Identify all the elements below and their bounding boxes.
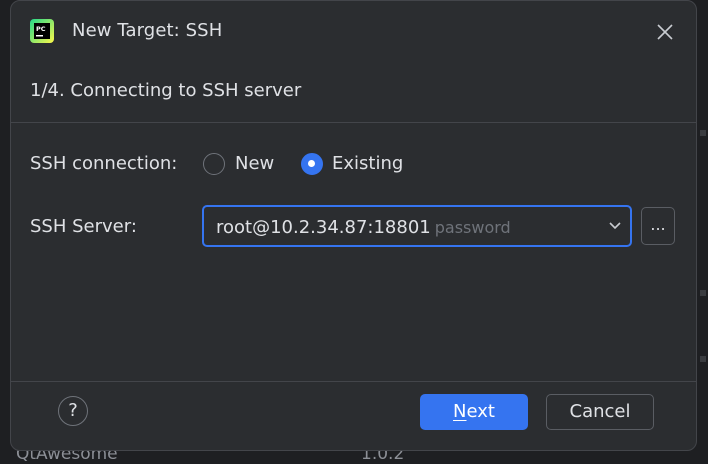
radio-existing[interactable] (301, 153, 323, 175)
pycharm-logo-icon: PC (30, 19, 54, 43)
radio-selected-dot (308, 160, 315, 167)
background-edge-mark (700, 356, 706, 362)
header-divider (11, 122, 696, 123)
dialog-title-bar: PC New Target: SSH (11, 1, 696, 63)
chevron-down-icon (609, 222, 621, 230)
ssh-server-value: root@10.2.34.87:18801 (216, 217, 431, 238)
footer-divider (11, 381, 696, 382)
next-label-rest: ext (466, 401, 495, 422)
ssh-server-value-wrap: root@10.2.34.87:18801 password (216, 217, 511, 238)
cancel-button[interactable]: Cancel (546, 394, 654, 430)
background-edge-mark (700, 290, 706, 296)
browse-ssh-configs-button[interactable]: ... (641, 207, 675, 245)
svg-text:PC: PC (36, 25, 46, 33)
next-button[interactable]: Next (420, 394, 528, 430)
radio-new[interactable] (203, 153, 225, 175)
next-mnemonic: N (453, 401, 467, 422)
new-target-ssh-dialog: PC New Target: SSH 1/4. Connecting to SS… (10, 0, 697, 451)
ssh-server-dropdown[interactable]: root@10.2.34.87:18801 password (202, 205, 632, 247)
ssh-server-label: SSH Server: (30, 216, 137, 237)
ssh-connection-label: SSH connection: (30, 153, 178, 174)
ssh-auth-hint: password (434, 218, 511, 237)
dialog-title: New Target: SSH (72, 20, 223, 41)
radio-new-label[interactable]: New (235, 153, 274, 174)
help-button[interactable]: ? (58, 396, 88, 426)
step-header: 1/4. Connecting to SSH server (30, 80, 302, 101)
radio-existing-label[interactable]: Existing (332, 153, 403, 174)
background-edge-mark (700, 130, 706, 136)
close-icon[interactable] (654, 21, 676, 43)
